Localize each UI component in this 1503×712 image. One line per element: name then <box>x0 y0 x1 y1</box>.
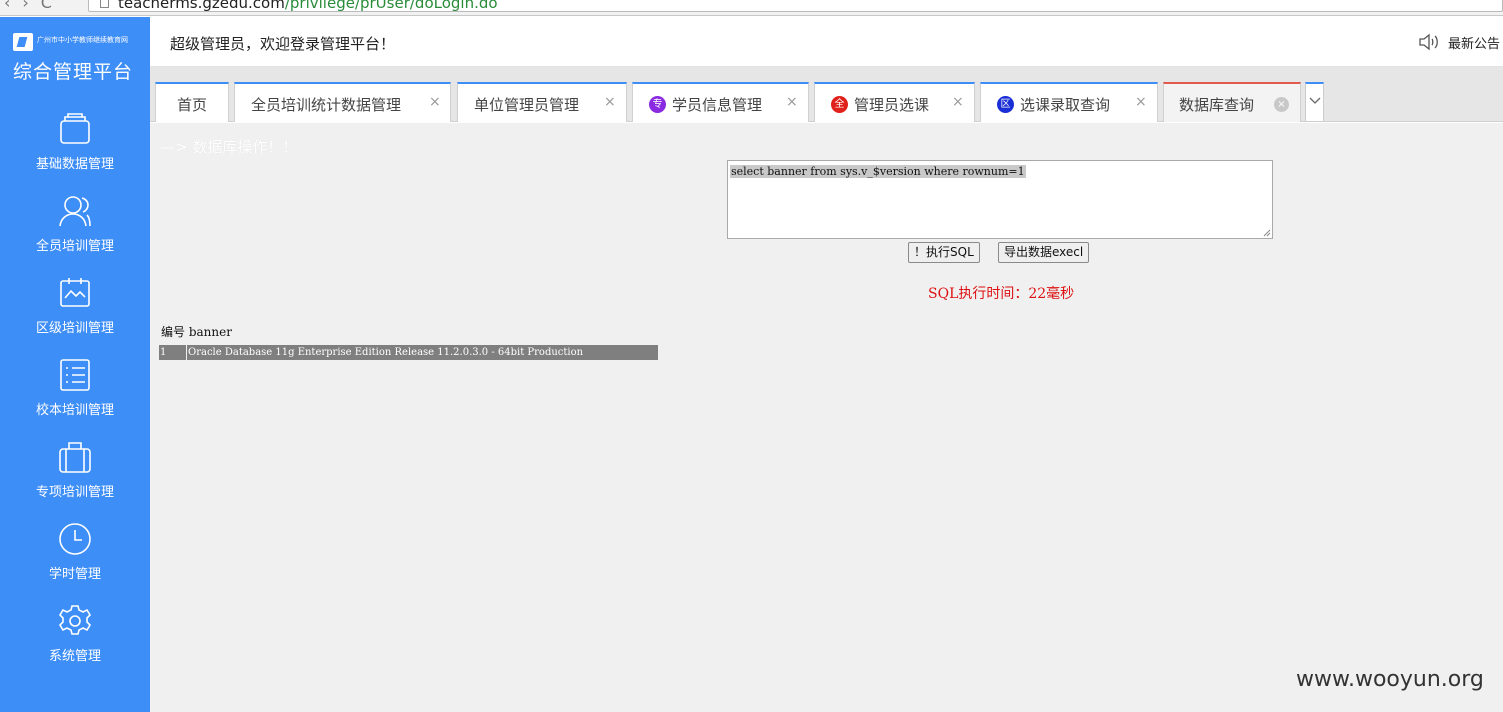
section-title: —> 数据库操作！！ <box>160 138 298 156</box>
close-icon[interactable]: × <box>952 94 964 110</box>
tab-admin-course-selection[interactable]: 全 管理员选课 × <box>814 82 975 122</box>
close-icon[interactable]: × <box>429 94 441 110</box>
sidebar-item-label: 校本培训管理 <box>35 403 114 418</box>
resize-grip-icon[interactable] <box>1263 229 1271 237</box>
tab-label: 学员信息管理 <box>672 96 763 114</box>
folder-icon <box>60 113 90 144</box>
welcome-text: 超级管理员，欢迎登录管理平台！ <box>170 35 396 53</box>
watermark: www.wooyun.org <box>1296 667 1484 692</box>
tab-unit-admin[interactable]: 单位管理员管理 × <box>457 82 627 122</box>
result-cell-id: 1 <box>159 345 186 360</box>
tab-label: 管理员选课 <box>854 96 930 114</box>
tab-all-staff-stats[interactable]: 全员培训统计数据管理 × <box>234 82 451 122</box>
tab-strip: 首页 全员培训统计数据管理 × 单位管理员管理 × 专 学员信息管理 × 全 管… <box>150 67 1503 122</box>
result-cell-banner: Oracle Database 11g Enterprise Edition R… <box>187 345 658 360</box>
sidebar-item-credit-hours[interactable]: 学时管理 <box>0 522 150 604</box>
browser-address-bar: ‹›C teacherms.gzedu.com/privilege/prUser… <box>0 0 1503 16</box>
tab-label: 数据库查询 <box>1179 96 1255 114</box>
sql-text[interactable]: select banner from sys.v_$version where … <box>730 165 1026 178</box>
close-icon[interactable]: × <box>604 94 616 110</box>
speaker-icon[interactable] <box>1418 33 1440 51</box>
page-icon <box>100 0 109 8</box>
sidebar-item-label: 区级培训管理 <box>35 321 114 336</box>
close-icon[interactable]: × <box>786 94 798 110</box>
tab-label: 单位管理员管理 <box>474 96 580 114</box>
sidebar-item-system[interactable]: 系统管理 <box>0 604 150 686</box>
chart-icon <box>60 278 90 307</box>
sidebar-item-basic-data[interactable]: 基础数据管理 <box>0 112 150 194</box>
chevron-down-icon <box>1309 97 1321 104</box>
bag-icon <box>59 442 91 473</box>
sidebar-item-label: 系统管理 <box>48 649 101 664</box>
tab-label: 首页 <box>177 96 208 114</box>
tab-label: 全员培训统计数据管理 <box>251 96 402 114</box>
logo-title: 综合管理平台 <box>13 61 134 83</box>
tab-home[interactable]: 首页 <box>155 82 229 122</box>
result-header: 编号 banner <box>161 325 232 339</box>
tab-student-info[interactable]: 专 学员信息管理 × <box>632 82 809 122</box>
special-badge-icon: 专 <box>649 96 666 113</box>
browser-nav-icons[interactable]: ‹›C <box>4 0 64 12</box>
sidebar-item-district-training[interactable]: 区级培训管理 <box>0 276 150 358</box>
district-badge-icon: 区 <box>997 96 1014 113</box>
execution-time: SQL执行时间：22毫秒 <box>928 286 1075 302</box>
sidebar-item-label: 基础数据管理 <box>35 157 114 172</box>
tab-dropdown-button[interactable] <box>1305 82 1324 122</box>
tab-label: 选课录取查询 <box>1020 96 1111 114</box>
clock-icon <box>59 523 91 555</box>
list-icon <box>60 359 90 391</box>
users-icon <box>59 196 91 227</box>
logo-org-name: 广州市中小学教师继续教育网 <box>37 36 128 44</box>
url-text: teacherms.gzedu.com/privilege/prUser/doL… <box>118 0 498 12</box>
close-circle-icon[interactable]: × <box>1274 97 1289 112</box>
export-excel-button[interactable]: 导出数据execl <box>998 242 1090 263</box>
main-content: —> 数据库操作！！ select banner from sys.v_$ver… <box>150 123 1503 712</box>
gear-icon <box>58 605 92 635</box>
sidebar-item-label: 学时管理 <box>48 567 101 582</box>
sidebar-item-school-training[interactable]: 校本培训管理 <box>0 358 150 440</box>
sidebar-item-all-staff-training[interactable]: 全员培训管理 <box>0 194 150 276</box>
close-icon[interactable]: × <box>1135 94 1147 110</box>
latest-notice-link[interactable]: 最新公告 <box>1448 33 1500 52</box>
execute-sql-button[interactable]: ！执行SQL <box>908 242 980 263</box>
logo: 广州市中小学教师继续教育网 综合管理平台 <box>12 32 142 86</box>
tab-enrollment-query[interactable]: 区 选课录取查询 × <box>980 82 1158 122</box>
sidebar-item-label: 全员培训管理 <box>35 239 114 254</box>
sidebar-item-special-training[interactable]: 专项培训管理 <box>0 440 150 522</box>
tab-database-query[interactable]: 数据库查询 × <box>1163 82 1301 122</box>
all-badge-icon: 全 <box>831 96 848 113</box>
top-header: 超级管理员，欢迎登录管理平台！ 最新公告 <box>150 17 1503 67</box>
sidebar-item-label: 专项培训管理 <box>35 485 114 500</box>
logo-mark-icon <box>13 33 33 51</box>
sidebar: 广州市中小学教师继续教育网 综合管理平台 基础数据管理 全员培训管理 区级培训管… <box>0 17 150 712</box>
